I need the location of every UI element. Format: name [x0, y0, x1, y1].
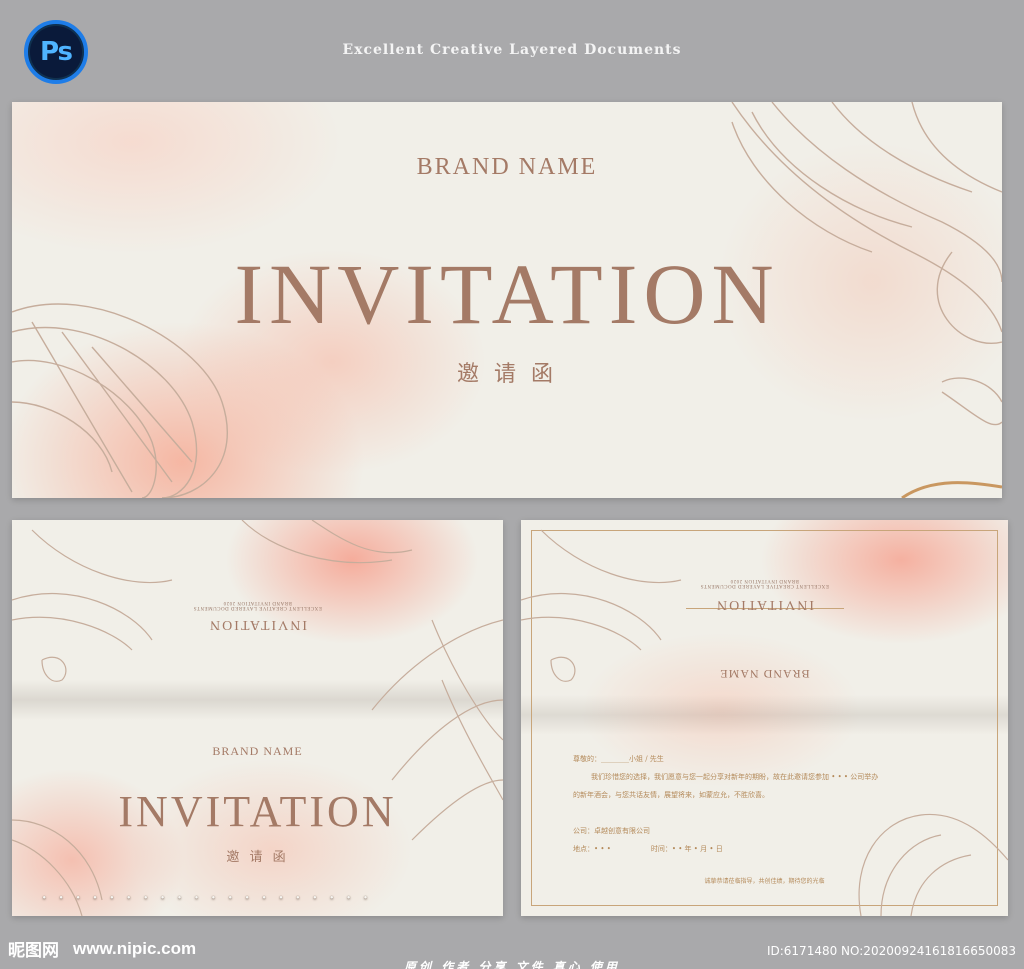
image-id: ID:6171480 NO:20200924161816650083 [766, 944, 1016, 958]
flipped-header-group-2: INVITATION EXCELLENT CREATIVE LAYERED DO… [521, 578, 1008, 612]
place: 地点：• • • [573, 845, 611, 853]
invitation-letter-card: INVITATION EXCELLENT CREATIVE LAYERED DO… [521, 520, 1008, 916]
site-url: www.nipic.com [73, 938, 197, 958]
invitation-title-2: INVITATION [118, 787, 397, 836]
flipped-small-2: BRAND INVITATION 2020 [223, 600, 292, 605]
brand-name-2: BRAND NAME [212, 744, 303, 758]
time: 时间：• • 年 • 月 • 日 [650, 845, 723, 853]
flipped-small-4: BRAND INVITATION 2020 [730, 578, 799, 583]
invitation-title: INVITATION [234, 246, 780, 342]
flipped-title: INVITATION [208, 617, 307, 632]
invitation-front-card: BRAND NAME INVITATION 邀 请 函 • • • • • • … [12, 102, 1002, 498]
company: 公司：卓越创意有限公司 [573, 827, 650, 835]
invitation-subtitle-2: 邀 请 函 [226, 850, 289, 865]
flipped-small-1: EXCELLENT CREATIVE LAYERED DOCUMENTS [193, 605, 322, 610]
letter-body: 尊敬的：________小姐 / 先生 我们珍惜您的选择，我们愿意与您一起分享对… [573, 750, 993, 858]
footnote: 诚挚恭请莅临指导，共创佳绩，期待您的光临 [704, 878, 825, 885]
invitation-fold-card: INVITATION EXCELLENT CREATIVE LAYERED DO… [12, 520, 503, 916]
place-time-row: 地点：• • • 时间：• • 年 • 月 • 日 [573, 840, 993, 858]
embossed-dotted-line-2: • • • • • • • • • • • • • • • • • • • • [42, 894, 373, 902]
brand-name: BRAND NAME [416, 154, 598, 180]
invitation-subtitle: 邀 请 函 [457, 362, 557, 387]
tagline: Excellent Creative Layered Documents [342, 42, 682, 58]
salutation: 尊敬的：________小姐 / 先生 [573, 755, 664, 763]
flipped-small-3: EXCELLENT CREATIVE LAYERED DOCUMENTS [700, 583, 829, 588]
flipped-title-2: INVITATION [715, 597, 814, 612]
flipped-header-group: INVITATION EXCELLENT CREATIVE LAYERED DO… [12, 600, 503, 632]
footer-slogan: 原创 作者 分享 文件 真心 使用 [404, 960, 620, 969]
letter-line-1: 我们珍惜您的选择，我们愿意与您一起分享对新年的期盼，故在此邀请您参加 • • •… [591, 773, 879, 781]
flipped-brand: BRAND NAME [719, 667, 810, 681]
letter-line-2: 的新年酒会，与您共话友情，展望将来，如蒙应允，不胜欣喜。 [573, 791, 769, 799]
